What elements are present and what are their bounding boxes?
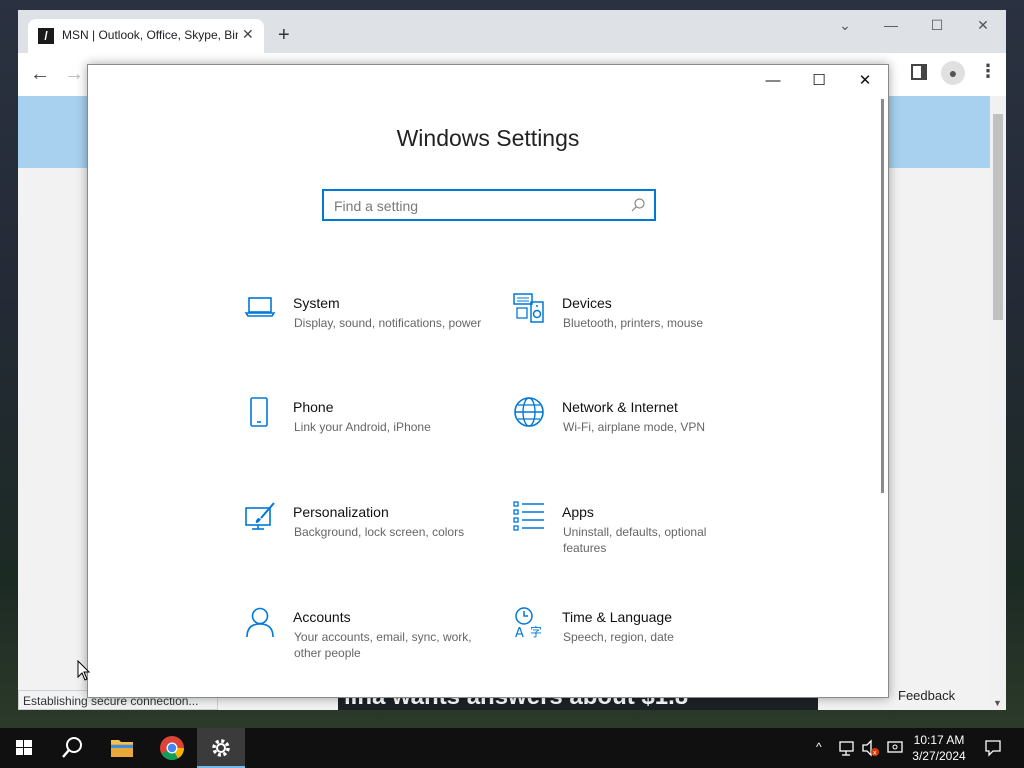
- settings-search-box[interactable]: [322, 189, 656, 221]
- laptop-icon: [244, 297, 276, 317]
- category-title: Network & Internet: [562, 399, 678, 415]
- volume-muted-icon[interactable]: x: [861, 739, 881, 757]
- msn-favicon-icon: /: [38, 28, 54, 44]
- category-time-language[interactable]: A 字 Time & Language Speech, region, date: [513, 606, 753, 676]
- clock-time: 10:17 AM: [913, 733, 965, 747]
- page-scrollbar[interactable]: ▼: [990, 96, 1006, 710]
- folder-icon: [111, 740, 133, 757]
- taskbar-search-icon: [62, 737, 82, 758]
- category-title: Personalization: [293, 504, 389, 520]
- start-button[interactable]: [0, 728, 48, 768]
- gear-icon: [212, 739, 230, 757]
- apps-list-icon: [513, 501, 544, 531]
- tab-strip: / MSN | Outlook, Office, Skype, Bing ✕ +…: [18, 10, 1006, 53]
- category-personalization[interactable]: Personalization Background, lock screen,…: [244, 501, 484, 571]
- category-accounts[interactable]: Accounts Your accounts, email, sync, wor…: [244, 606, 484, 676]
- category-title: Time & Language: [562, 609, 672, 625]
- paintbrush-icon: [245, 502, 275, 530]
- settings-scrollbar[interactable]: [881, 99, 884, 493]
- category-system[interactable]: System Display, sound, notifications, po…: [244, 292, 484, 362]
- category-title: System: [293, 295, 340, 311]
- settings-close-button[interactable]: ✕: [842, 65, 888, 97]
- globe-icon: [514, 397, 544, 427]
- svg-text:字: 字: [530, 624, 542, 638]
- page-title: Windows Settings: [396, 125, 580, 151]
- profile-avatar-icon[interactable]: ●: [941, 61, 965, 85]
- category-description: Uninstall, defaults, optional features: [563, 525, 707, 555]
- devices-icon: [513, 293, 544, 323]
- time-language-icon: A 字: [515, 607, 542, 638]
- settings-window-controls: — ☐ ✕: [750, 65, 888, 97]
- category-title: Accounts: [293, 609, 351, 625]
- category-description: Link your Android, iPhone: [294, 420, 431, 434]
- notification-icon[interactable]: [984, 739, 1002, 757]
- category-apps[interactable]: Apps Uninstall, defaults, optional featu…: [513, 501, 753, 571]
- category-devices[interactable]: Devices Bluetooth, printers, mouse: [513, 292, 753, 362]
- file-explorer-button[interactable]: [98, 728, 146, 768]
- category-description: Background, lock screen, colors: [294, 525, 465, 539]
- browser-maximize-button[interactable]: ☐: [914, 10, 960, 40]
- category-network[interactable]: Network & Internet Wi-Fi, airplane mode,…: [513, 396, 753, 466]
- page-scrollbar-thumb[interactable]: [993, 114, 1003, 320]
- category-title: Phone: [293, 399, 334, 415]
- category-description: Bluetooth, printers, mouse: [563, 316, 704, 330]
- side-panel-icon[interactable]: [911, 64, 927, 80]
- category-title: Devices: [562, 295, 612, 311]
- phone-icon: [250, 397, 268, 427]
- settings-minimize-button[interactable]: —: [750, 65, 796, 97]
- browser-menu-button[interactable]: ⋮: [979, 61, 997, 82]
- feedback-button[interactable]: Feedback: [880, 684, 980, 708]
- forward-button[interactable]: →: [64, 63, 84, 86]
- tab-title: MSN | Outlook, Office, Skype, Bing: [62, 28, 238, 42]
- windows-logo-icon: [16, 740, 32, 755]
- scroll-down-arrow-icon[interactable]: ▼: [993, 698, 1002, 708]
- tab-search-dropdown-icon[interactable]: ⌄: [822, 10, 868, 40]
- taskbar: ^ x 10:17 AM 3/27/2024: [0, 728, 1024, 768]
- search-input[interactable]: [334, 196, 614, 216]
- category-description: Wi-Fi, airplane mode, VPN: [563, 420, 706, 434]
- settings-window: — ☐ ✕ Windows Settings System Display, s…: [87, 64, 889, 698]
- tab-msn[interactable]: / MSN | Outlook, Office, Skype, Bing ✕: [28, 19, 264, 53]
- category-description: Speech, region, date: [563, 630, 674, 644]
- browser-window-controls: ⌄ — ☐ ✕: [822, 10, 1006, 40]
- browser-minimize-button[interactable]: —: [868, 10, 914, 40]
- settings-maximize-button[interactable]: ☐: [796, 65, 842, 97]
- clock-date: 3/27/2024: [912, 749, 966, 763]
- network-icon[interactable]: [838, 739, 856, 757]
- back-button[interactable]: ←: [30, 63, 50, 86]
- tray-chevron-icon[interactable]: ^: [816, 740, 822, 754]
- new-tab-button[interactable]: +: [278, 24, 290, 46]
- category-title: Apps: [562, 504, 594, 520]
- clock[interactable]: 10:17 AM 3/27/2024: [908, 732, 970, 764]
- settings-taskbar-button[interactable]: [197, 728, 245, 768]
- category-phone[interactable]: Phone Link your Android, iPhone: [244, 396, 484, 466]
- browser-close-button[interactable]: ✕: [960, 10, 1006, 40]
- mouse-cursor-icon: [77, 660, 91, 681]
- svg-text:A: A: [515, 626, 524, 638]
- category-description: Your accounts, email, sync, work, other …: [294, 630, 472, 660]
- person-icon: [246, 607, 274, 638]
- chrome-button[interactable]: [148, 728, 196, 768]
- category-description: Display, sound, notifications, power: [294, 316, 482, 330]
- tab-close-icon[interactable]: ✕: [242, 26, 254, 43]
- search-icon[interactable]: [630, 197, 646, 213]
- chrome-icon: [160, 736, 184, 761]
- svg-text:x: x: [873, 750, 877, 757]
- display-icon[interactable]: [886, 739, 904, 757]
- search-button[interactable]: [48, 728, 96, 768]
